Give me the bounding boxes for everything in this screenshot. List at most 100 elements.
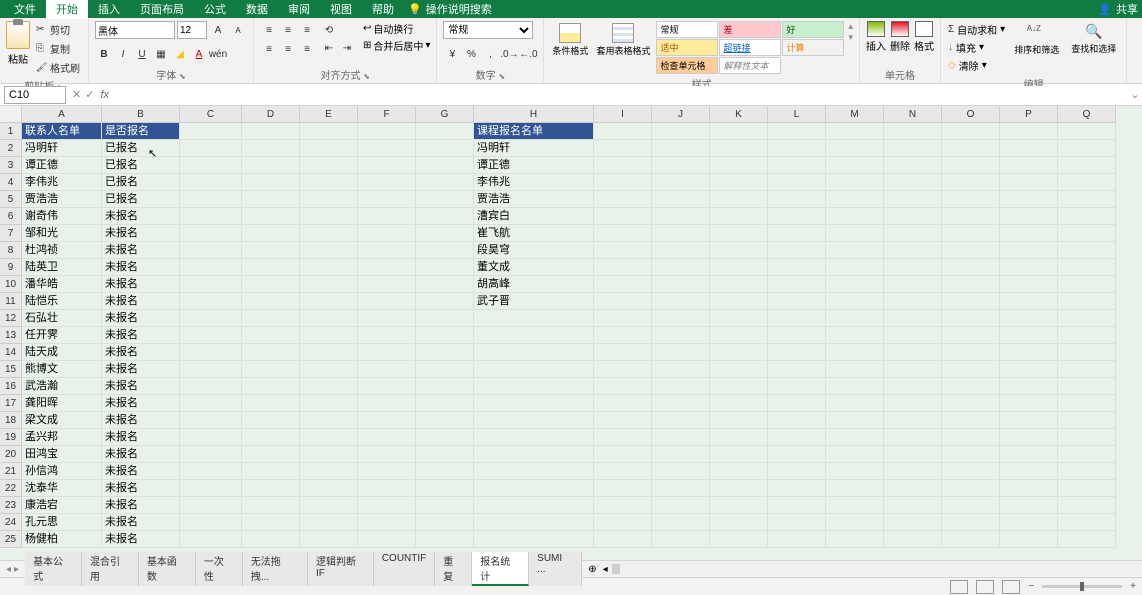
cell-A18[interactable]: 梁文成 <box>22 412 102 429</box>
cell-C12[interactable] <box>180 310 242 327</box>
cell-N2[interactable] <box>884 140 942 157</box>
cell-J8[interactable] <box>652 242 710 259</box>
paste-icon[interactable] <box>6 21 30 49</box>
cell-J24[interactable] <box>652 514 710 531</box>
cell-G5[interactable] <box>416 191 474 208</box>
cell-K14[interactable] <box>710 344 768 361</box>
paste-button[interactable]: 粘贴 <box>8 51 28 66</box>
column-header-Q[interactable]: Q <box>1058 106 1116 123</box>
cell-F22[interactable] <box>358 480 416 497</box>
menu-tab-formulas[interactable]: 公式 <box>194 0 236 19</box>
cell-J18[interactable] <box>652 412 710 429</box>
cell-A24[interactable]: 孔元思 <box>22 514 102 531</box>
cell-H14[interactable] <box>474 344 594 361</box>
cell-Q23[interactable] <box>1058 497 1116 514</box>
cell-style-normal[interactable]: 常规 <box>656 21 718 38</box>
cell-P4[interactable] <box>1000 174 1058 191</box>
cell-J13[interactable] <box>652 327 710 344</box>
cell-O8[interactable] <box>942 242 1000 259</box>
cell-G6[interactable] <box>416 208 474 225</box>
cell-L3[interactable] <box>768 157 826 174</box>
cell-F5[interactable] <box>358 191 416 208</box>
font-size-select[interactable] <box>177 21 207 39</box>
cell-I25[interactable] <box>594 531 652 548</box>
cell-F6[interactable] <box>358 208 416 225</box>
sheet-tab[interactable]: 基本公式 <box>25 552 82 586</box>
cell-N25[interactable] <box>884 531 942 548</box>
cell-Q15[interactable] <box>1058 361 1116 378</box>
cell-P14[interactable] <box>1000 344 1058 361</box>
cell-B25[interactable]: 未报名 <box>102 531 180 548</box>
cell-B5[interactable]: 已报名 <box>102 191 180 208</box>
align-center-button[interactable]: ≡ <box>279 40 297 58</box>
cell-Q22[interactable] <box>1058 480 1116 497</box>
cell-N14[interactable] <box>884 344 942 361</box>
cell-N11[interactable] <box>884 293 942 310</box>
menu-tab-help[interactable]: 帮助 <box>362 0 404 19</box>
sort-filter-button[interactable]: 排序和筛选 <box>1010 21 1063 58</box>
row-header[interactable]: 5 <box>0 191 22 208</box>
cell-N7[interactable] <box>884 225 942 242</box>
cell-I2[interactable] <box>594 140 652 157</box>
formula-bar[interactable] <box>113 86 1128 104</box>
cell-P19[interactable] <box>1000 429 1058 446</box>
row-header[interactable]: 7 <box>0 225 22 242</box>
find-select-button[interactable]: 查找和选择 <box>1067 21 1120 57</box>
cell-N16[interactable] <box>884 378 942 395</box>
cell-A6[interactable]: 谢奇伟 <box>22 208 102 225</box>
increase-indent-button[interactable]: ⇥ <box>338 39 356 57</box>
cell-A2[interactable]: 冯明轩 <box>22 140 102 157</box>
cell-L2[interactable] <box>768 140 826 157</box>
cell-I6[interactable] <box>594 208 652 225</box>
align-top-button[interactable]: ≡ <box>260 21 278 39</box>
row-header[interactable]: 15 <box>0 361 22 378</box>
cell-A21[interactable]: 孙信鸿 <box>22 463 102 480</box>
cell-F14[interactable] <box>358 344 416 361</box>
cell-style-explanatory[interactable]: 解释性文本 <box>719 57 781 74</box>
cell-H13[interactable] <box>474 327 594 344</box>
cell-D7[interactable] <box>242 225 300 242</box>
cell-I4[interactable] <box>594 174 652 191</box>
cell-P16[interactable] <box>1000 378 1058 395</box>
cell-N20[interactable] <box>884 446 942 463</box>
cell-N10[interactable] <box>884 276 942 293</box>
cell-style-neutral[interactable]: 适中 <box>656 39 718 56</box>
cell-E6[interactable] <box>300 208 358 225</box>
cell-A17[interactable]: 龚阳晖 <box>22 395 102 412</box>
italic-button[interactable]: I <box>114 45 132 63</box>
cell-C25[interactable] <box>180 531 242 548</box>
cell-C2[interactable] <box>180 140 242 157</box>
cell-Q18[interactable] <box>1058 412 1116 429</box>
cell-N5[interactable] <box>884 191 942 208</box>
cell-K24[interactable] <box>710 514 768 531</box>
cell-Q4[interactable] <box>1058 174 1116 191</box>
cell-O9[interactable] <box>942 259 1000 276</box>
cell-M18[interactable] <box>826 412 884 429</box>
cell-K20[interactable] <box>710 446 768 463</box>
column-header-H[interactable]: H <box>474 106 594 123</box>
cell-H11[interactable]: 武子晋 <box>474 293 594 310</box>
cell-F1[interactable] <box>358 123 416 140</box>
cell-L19[interactable] <box>768 429 826 446</box>
cell-D18[interactable] <box>242 412 300 429</box>
cell-A12[interactable]: 石弘壮 <box>22 310 102 327</box>
row-header[interactable]: 4 <box>0 174 22 191</box>
cell-F17[interactable] <box>358 395 416 412</box>
column-header-N[interactable]: N <box>884 106 942 123</box>
cell-A22[interactable]: 沈泰华 <box>22 480 102 497</box>
row-header[interactable]: 9 <box>0 259 22 276</box>
cell-D11[interactable] <box>242 293 300 310</box>
cell-F8[interactable] <box>358 242 416 259</box>
cell-H1[interactable]: 课程报名名单 <box>474 123 594 140</box>
cell-K12[interactable] <box>710 310 768 327</box>
table-format-button[interactable]: 套用表格格式 <box>594 21 652 59</box>
row-header[interactable]: 22 <box>0 480 22 497</box>
cell-M13[interactable] <box>826 327 884 344</box>
font-name-select[interactable] <box>95 21 175 39</box>
autosum-button[interactable]: 自动求和 ▾ <box>947 21 1006 38</box>
cell-Q11[interactable] <box>1058 293 1116 310</box>
cell-M2[interactable] <box>826 140 884 157</box>
cell-L8[interactable] <box>768 242 826 259</box>
column-header-G[interactable]: G <box>416 106 474 123</box>
column-header-C[interactable]: C <box>180 106 242 123</box>
